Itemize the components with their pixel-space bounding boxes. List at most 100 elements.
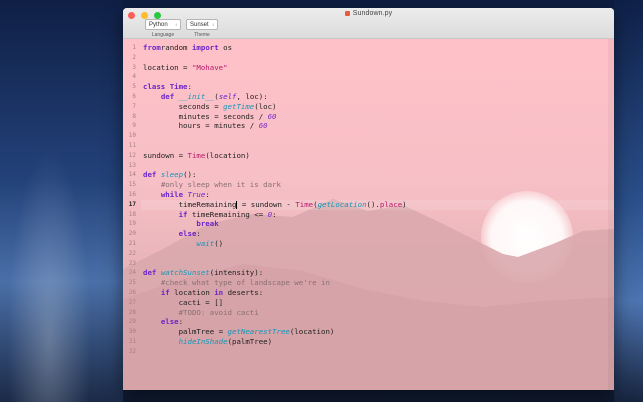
code-token: #check what type of landscape we're in — [160, 278, 330, 288]
line-number: 1 — [132, 44, 136, 51]
line-number: 24 — [128, 269, 136, 277]
code-token: (location) — [205, 150, 250, 160]
code-line[interactable]: 10 — [123, 131, 614, 141]
code-line[interactable]: 31 hideInShade(palmTree) — [123, 337, 614, 347]
code-line[interactable]: 17 timeRemaining = sundown - Time(getLoc… — [123, 199, 614, 210]
code-line[interactable]: 1 fromrandom import os — [123, 43, 614, 53]
code-text: def watchSunset(intensity): — [143, 268, 263, 278]
code-line[interactable]: 2 — [123, 53, 614, 63]
code-line[interactable]: 7 seconds = getTime(loc) — [123, 102, 614, 112]
theme-select[interactable]: Sunset ↕ — [186, 19, 218, 30]
code-line[interactable]: 32 — [123, 347, 614, 357]
code-token: getLocation — [317, 199, 367, 209]
code-line[interactable]: 30 palmTree = getNearestTree(location) — [123, 327, 614, 337]
code-token: place — [379, 199, 403, 209]
line-number: 27 — [128, 298, 136, 306]
desktop-background-right — [614, 0, 643, 402]
code-token: sleep — [160, 170, 184, 180]
code-token: random — [160, 43, 188, 52]
code-token: (loc) — [254, 101, 277, 111]
code-line[interactable]: 28 #TODO: avoid cacti — [123, 308, 614, 318]
code-token: deserts: — [223, 287, 264, 297]
code-line[interactable]: 9 hours = minutes / 60 — [123, 121, 614, 131]
code-text: cacti = [] — [143, 297, 224, 308]
code-token: if — [178, 209, 188, 219]
code-token: in — [214, 287, 224, 297]
line-number: 5 — [132, 83, 136, 91]
code-token: from — [143, 43, 161, 52]
code-line[interactable]: 27 cacti = [] — [123, 298, 614, 308]
code-line[interactable]: 6 def __init__(self, loc): — [123, 92, 614, 102]
code-line[interactable]: 12 sundown = Time(location) — [123, 151, 614, 161]
code-line[interactable]: 15 #only sleep when it is dark — [123, 180, 614, 190]
code-line[interactable]: 19 break — [123, 219, 614, 229]
code-token: ) — [402, 199, 407, 209]
code-text: sundown = Time(location) — [143, 151, 250, 161]
code-token: = sundown - — [237, 199, 296, 209]
code-token: timeRemaining <= — [187, 209, 268, 219]
code-line[interactable]: 16 while True: — [123, 190, 614, 200]
code-token: getNearestTree — [227, 327, 290, 337]
line-number: 11 — [128, 141, 136, 149]
code-line[interactable]: 5 class Time: — [123, 82, 614, 92]
code-line[interactable]: 21 wait() — [123, 239, 614, 249]
document-icon — [344, 10, 350, 16]
code-line[interactable]: 24 def watchSunset(intensity): — [123, 268, 614, 278]
code-text: palmTree = getNearestTree(location) — [143, 327, 335, 337]
vertical-scrollbar[interactable] — [608, 39, 614, 390]
code-token: def — [143, 268, 157, 278]
line-number: 18 — [128, 210, 136, 218]
code-line[interactable]: 29 else: — [123, 317, 614, 327]
code-text: class Time: — [143, 82, 192, 92]
code-line[interactable]: 22 — [123, 249, 614, 259]
code-token: (). — [366, 199, 380, 209]
code-text: else: — [143, 229, 201, 239]
code-token: : — [272, 209, 277, 219]
code-text: #check what type of landscape we're in — [143, 278, 330, 288]
code-text: fromrandom import os — [143, 43, 232, 53]
code-line[interactable]: 3 location = "Mohave" — [123, 63, 614, 73]
code-token: import — [187, 43, 219, 52]
code-line[interactable]: 20 else: — [123, 229, 614, 239]
code-token: hideInShade — [178, 336, 228, 346]
code-token: location = — [143, 62, 192, 72]
code-line[interactable]: 25 #check what type of landscape we're i… — [123, 278, 614, 288]
line-number: 16 — [128, 190, 136, 198]
line-number: 12 — [128, 151, 136, 159]
line-number: 17 — [128, 200, 136, 208]
code-token: class — [143, 82, 166, 92]
line-number: 32 — [128, 347, 136, 355]
code-line[interactable]: 26 if location in deserts: — [123, 288, 614, 298]
code-line[interactable]: 13 — [123, 161, 614, 171]
language-select[interactable]: Python ↕ — [145, 19, 181, 30]
line-number: 8 — [132, 112, 136, 120]
code-token: def — [143, 170, 157, 180]
code-text: #only sleep when it is dark — [143, 180, 281, 190]
code-token: (location) — [289, 327, 335, 337]
code-token: def — [160, 91, 175, 101]
code-line[interactable]: 14 def sleep(): — [123, 170, 614, 180]
line-number: 23 — [128, 259, 136, 267]
code-token: while — [160, 189, 184, 199]
code-text: else: — [143, 317, 183, 327]
code-token: "Mohave" — [191, 62, 228, 72]
code-line[interactable]: 4 — [123, 72, 614, 82]
title-bar[interactable]: Sundown.py Python ↕ Language Sunset ↕ Th… — [123, 8, 614, 39]
code-area[interactable]: 1 fromrandom import os 2 3 location = "Mohav… — [123, 43, 614, 357]
code-token: hours = minutes / — [143, 121, 259, 131]
code-line[interactable]: 23 — [123, 259, 614, 269]
theme-select-value: Sunset — [190, 21, 209, 28]
stepper-icon: ↕ — [175, 22, 177, 27]
line-number: 30 — [128, 328, 136, 336]
code-text: def __init__(self, loc): — [143, 92, 268, 102]
code-line[interactable]: 18 if timeRemaining <= 0: — [123, 210, 614, 220]
code-token: os — [218, 43, 233, 52]
code-editor[interactable]: 1 fromrandom import os 2 3 location = "Mohav… — [123, 39, 614, 390]
code-line[interactable]: 8 minutes = seconds / 60 — [123, 112, 614, 122]
code-text: seconds = getTime(loc) — [143, 102, 277, 112]
code-token: cacti = [] — [143, 297, 224, 307]
code-line[interactable]: 11 — [123, 141, 614, 151]
code-token: (palmTree) — [227, 336, 273, 346]
